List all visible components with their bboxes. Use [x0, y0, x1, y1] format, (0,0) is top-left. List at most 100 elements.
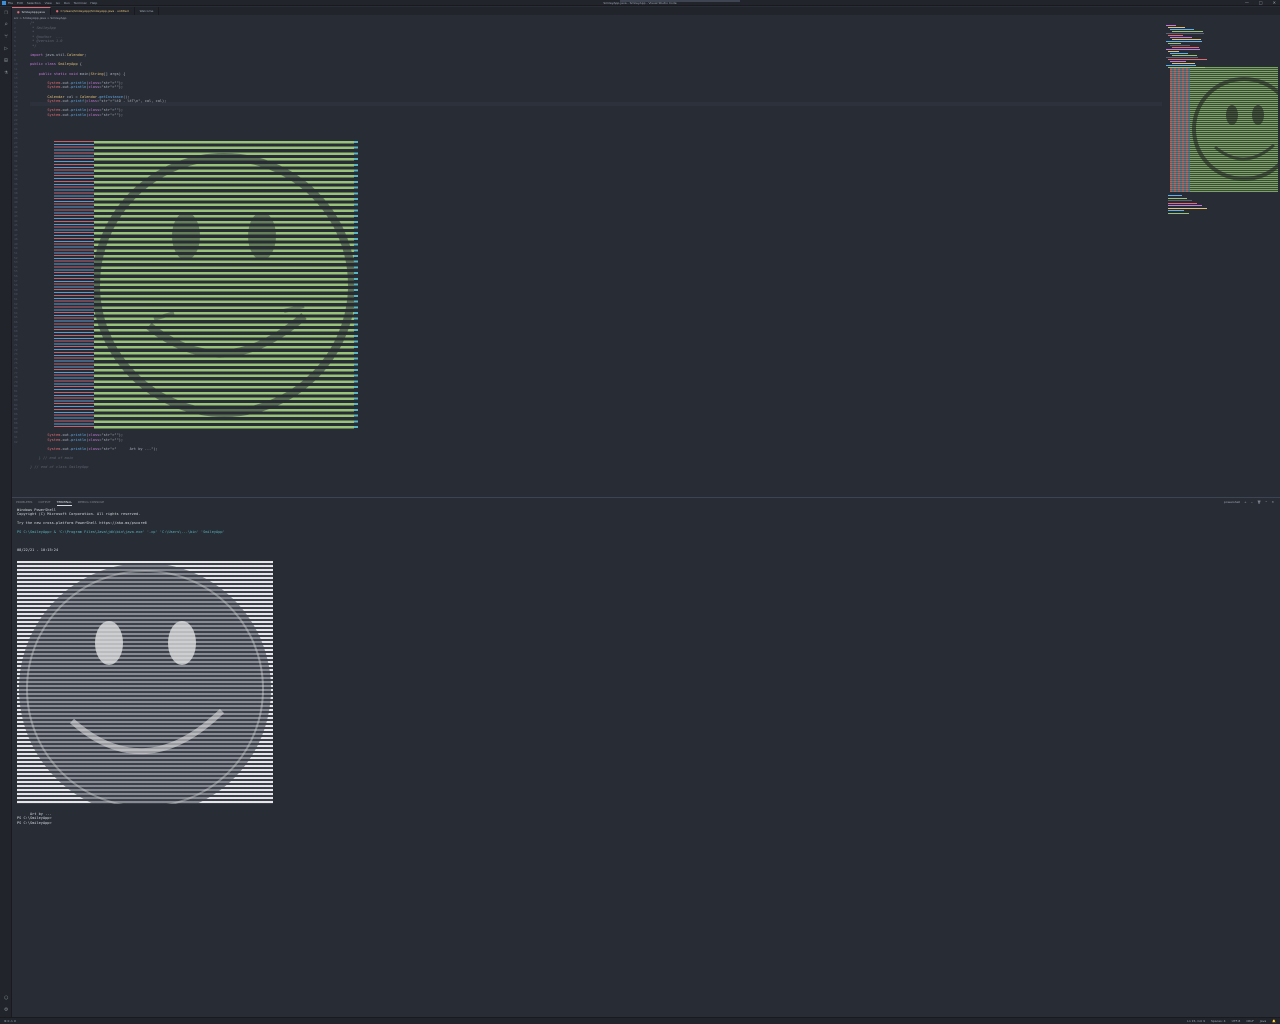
line-number: 79	[14, 379, 18, 384]
line-number: 55	[14, 269, 18, 274]
tab-untitled[interactable]: ● C:\Users\SmileyApp\SmileyApp.java · unt…	[51, 7, 135, 15]
extensions-icon[interactable]: ⊞	[3, 58, 9, 64]
line-number: 19	[14, 103, 18, 108]
terminal-selector[interactable]: powershell	[1224, 500, 1240, 505]
kill-terminal-icon[interactable]: 🗑	[1257, 500, 1261, 505]
line-number: 41	[14, 205, 18, 209]
close-button[interactable]: ✕	[1273, 0, 1276, 6]
line-number: 49	[14, 241, 18, 246]
code-line[interactable]: System.out.println(class="str">" Art by …	[30, 447, 157, 452]
java-file-icon: ●	[17, 10, 20, 14]
line-number: 23	[14, 122, 18, 127]
line-number: 80	[14, 384, 18, 389]
line-number: 64	[14, 310, 18, 315]
line-number: 47	[14, 232, 18, 237]
line-number: 42	[14, 209, 18, 214]
account-icon[interactable]: ◯	[3, 995, 9, 1001]
minimap-line	[1168, 43, 1181, 44]
line-number: 54	[14, 264, 18, 269]
minimap-line	[1168, 207, 1207, 209]
line-ending[interactable]: CRLF	[1246, 1018, 1254, 1024]
terminal-prompt-active[interactable]: PS C:\SmileyApp>	[17, 821, 54, 825]
line-number: 50	[14, 246, 18, 251]
bottom-panel: PROBLEMS OUTPUT TERMINAL DEBUG CONSOLE p…	[12, 497, 1280, 1017]
line-number: 74	[14, 356, 18, 361]
line-number: 21	[14, 113, 18, 117]
line-number: 35	[14, 177, 18, 182]
line-number: 4	[14, 34, 16, 39]
tab-smileyapp-java[interactable]: ● SmileyApp.java	[12, 7, 51, 15]
line-number: 62	[14, 301, 18, 306]
indentation[interactable]: Spaces: 4	[1211, 1018, 1226, 1024]
line-number: 46	[14, 228, 18, 232]
explorer-icon[interactable]: ❐	[3, 10, 9, 16]
line-number: 7	[14, 48, 16, 53]
line-number: 65	[14, 315, 18, 320]
maximize-panel-icon[interactable]: ^	[1265, 500, 1268, 505]
code-line[interactable]: import java.util.Calendar;	[30, 53, 86, 58]
minimap[interactable]	[1164, 21, 1278, 221]
code-line[interactable]: public static void main(String[] args) {	[30, 72, 126, 77]
minimap-line	[1168, 210, 1184, 211]
encoding[interactable]: UTF-8	[1232, 1018, 1241, 1024]
minimap-line	[1166, 49, 1200, 50]
code-line[interactable]: System.out.printf(class="str">"%tD - %tT…	[30, 99, 166, 104]
line-number: 77	[14, 370, 18, 375]
settings-gear-icon[interactable]: ⚙	[3, 1007, 9, 1013]
tab-label: SmileyApp.java	[21, 10, 45, 14]
new-terminal-button[interactable]: +	[1244, 500, 1247, 505]
tab-debug-console[interactable]: DEBUG CONSOLE	[78, 500, 104, 506]
ascii-smiley-string-art	[94, 141, 354, 429]
line-number: 51	[14, 251, 18, 255]
line-number: 82	[14, 393, 18, 398]
window-controls: — □ ✕	[1245, 0, 1276, 6]
search-icon[interactable]: ⌕	[3, 22, 9, 28]
tab-output[interactable]: OUTPUT	[38, 500, 50, 506]
minimap-line	[1168, 51, 1179, 52]
line-number: 1	[14, 21, 16, 25]
testing-icon[interactable]: ⚗	[3, 70, 9, 76]
minimap-line	[1168, 195, 1182, 196]
code-line[interactable]: } // end of class SmileyApp	[30, 465, 88, 470]
line-number: 22	[14, 117, 18, 122]
line-number: 88	[14, 421, 18, 426]
tab-terminal[interactable]: TERMINAL	[56, 500, 72, 506]
minimap-line	[1170, 29, 1194, 30]
code-editor[interactable]: 1 2 3 4 5 6 7 8 9 10 11 12 13 14 15 16 17 18 19 20 21 22 23 24 2…	[12, 21, 1162, 495]
code-area[interactable]: /* * SmileyApp * * @author ... * @versio…	[30, 21, 1162, 495]
line-number: 58	[14, 283, 18, 288]
code-line[interactable]: System.out.println(class="str">"");	[30, 113, 123, 118]
line-number: 60	[14, 292, 18, 297]
close-panel-icon[interactable]: ✕	[1271, 500, 1274, 505]
title-bar: File Edit Selection View Go Run Terminal…	[0, 0, 1280, 6]
maximize-button[interactable]: □	[1259, 0, 1263, 6]
line-number: 15	[14, 85, 18, 90]
terminal-dropdown-icon[interactable]: ⌄	[1251, 500, 1254, 505]
notifications-bell-icon[interactable]: 🔔	[1272, 1018, 1276, 1024]
line-number: 18	[14, 99, 18, 104]
minimap-ascii-art	[1170, 67, 1278, 192]
minimize-button[interactable]: —	[1245, 0, 1249, 6]
problems-status[interactable]: ⊗ 0 ⚠ 0	[4, 1018, 16, 1024]
tab-problems[interactable]: PROBLEMS	[16, 500, 32, 506]
language-mode[interactable]: Java	[1260, 1018, 1266, 1024]
minimap-line	[1168, 202, 1197, 204]
minimap-line	[1168, 197, 1187, 199]
code-line[interactable]: System.out.println(class="str">"");	[30, 85, 123, 90]
panel-actions: powershell + ⌄ 🗑 ^ ✕	[1224, 500, 1274, 505]
code-line[interactable]: } // end of main	[30, 456, 74, 461]
tab-welcome[interactable]: Welcome	[135, 7, 160, 15]
cursor-position[interactable]: Ln 15, Col 9	[1187, 1018, 1205, 1024]
line-number: 30	[14, 154, 18, 159]
code-line[interactable]: public class SmileyApp {	[30, 62, 82, 67]
line-number: 40	[14, 200, 18, 205]
run-debug-icon[interactable]: ▷	[3, 46, 9, 52]
line-number: 78	[14, 375, 18, 380]
status-bar: ⊗ 0 ⚠ 0 Ln 15, Col 9 Spaces: 4 UTF-8 CRL…	[0, 1017, 1280, 1024]
code-line[interactable]: */	[30, 44, 36, 49]
line-number: 84	[14, 402, 18, 407]
code-line[interactable]: System.out.println(class="str">"");	[30, 438, 123, 443]
line-number: 66	[14, 320, 18, 324]
source-control-icon[interactable]: ⑂	[3, 34, 9, 40]
smiley-face-icon	[19, 563, 271, 804]
